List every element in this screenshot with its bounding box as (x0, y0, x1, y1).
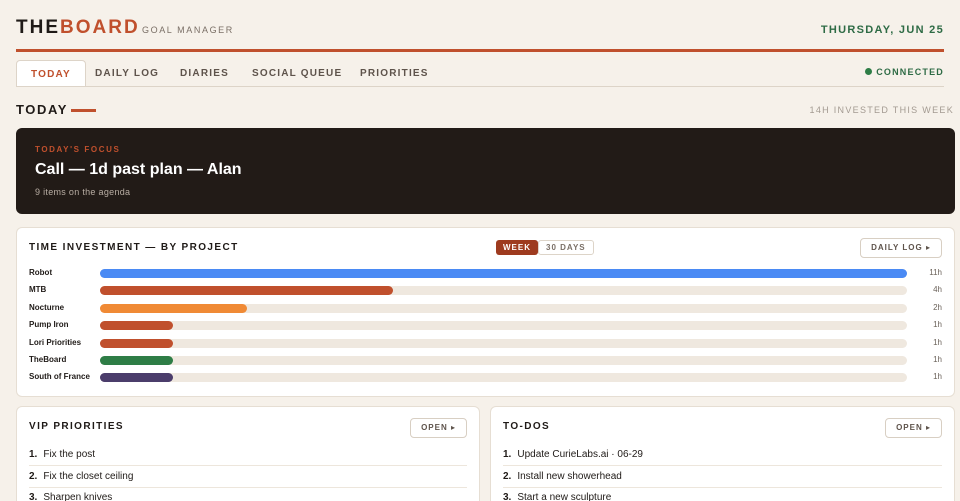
vip-title: VIP PRIORITIES (29, 421, 124, 432)
bar-fill (100, 356, 174, 365)
connection-status: CONNECTED (865, 67, 944, 77)
project-hours: 1h (933, 355, 942, 364)
toggle-week[interactable]: WEEK (496, 240, 538, 255)
bar-track (100, 338, 907, 348)
project-name: Nocturne (29, 302, 65, 312)
item-text: Fix the post (43, 449, 96, 460)
item-text: Sharpen knives (43, 492, 113, 501)
tab-diaries[interactable]: DIARIES (166, 60, 243, 87)
todays-focus-card[interactable]: TODAY'S FOCUS Call — 1d past plan — Alan… (16, 128, 955, 214)
list-item[interactable]: 3. Start a new sculpture (503, 487, 942, 501)
list-item[interactable]: 2. Fix the closet ceiling (29, 466, 467, 488)
project-name: MTB (29, 285, 47, 295)
project-hours: 4h (933, 285, 942, 295)
time-investment-title: TIME INVESTMENT — BY PROJECT (29, 242, 239, 253)
item-number: 2. (503, 471, 512, 482)
weekly-invested: 14H INVESTED THIS WEEK (809, 105, 954, 115)
todos-open-button[interactable]: OPEN ▸ (885, 418, 942, 438)
list-item[interactable]: 1. Fix the post (29, 444, 467, 466)
current-date: THURSDAY, JUN 25 (820, 24, 944, 36)
status-dot-icon (865, 68, 873, 75)
item-text: Update CurieLabs.ai · 06-29 (517, 449, 643, 460)
daily-log-button[interactable]: DAILY LOG ▸ (860, 238, 942, 258)
brand-logo[interactable]: THEBOARD (16, 17, 140, 39)
bar-fill (100, 286, 394, 296)
project-name: Robot (29, 268, 53, 277)
page-title: TODAY (16, 102, 69, 117)
project-name: South of France (29, 372, 90, 382)
item-number: 3. (29, 492, 38, 501)
item-number: 1. (29, 449, 38, 460)
project-hours: 1h (933, 337, 942, 347)
bar-fill (100, 269, 907, 278)
focus-headline: Call — 1d past plan — Alan (35, 161, 242, 178)
project-hours: 11h (929, 268, 942, 277)
project-hours: 1h (933, 320, 942, 330)
title-accent (71, 109, 96, 112)
list-item[interactable]: 3. Sharpen knives (29, 487, 467, 501)
app-header: THEBOARD GOAL MANAGER THURSDAY, JUN 25 (16, 0, 944, 52)
bar-fill (100, 321, 174, 331)
item-number: 2. (29, 471, 38, 482)
project-hours: 1h (933, 372, 942, 382)
vip-priorities-card: VIP PRIORITIES OPEN ▸ 1. Fix the post 2. F… (16, 406, 480, 501)
project-name: Pump Iron (29, 320, 69, 330)
tab-divider (16, 86, 944, 87)
project-bar-row[interactable]: Robot 11h (29, 267, 942, 279)
todos-card: TO-DOS OPEN ▸ 1. Update CurieLabs.ai · 06… (490, 406, 955, 501)
main-tabs: TODAY DAILY LOG DIARIES SOCIAL QUEUE PRI… (16, 60, 944, 87)
time-investment-card: TIME INVESTMENT — BY PROJECT WEEK 30 DAY… (16, 227, 955, 397)
item-number: 1. (503, 449, 512, 460)
tab-daily-log[interactable]: DAILY LOG (81, 60, 173, 87)
project-name: TheBoard (29, 355, 67, 364)
bar-track (100, 373, 907, 383)
bar-track (100, 303, 907, 313)
todos-title: TO-DOS (503, 421, 551, 432)
bar-fill (100, 373, 174, 383)
brand-part-board: BOARD (60, 17, 140, 38)
bar-track (100, 269, 907, 278)
bar-track (100, 321, 907, 331)
project-bar-row[interactable]: Pump Iron 1h (29, 319, 942, 331)
bar-track (100, 286, 907, 296)
bar-fill (100, 303, 247, 313)
project-bar-row[interactable]: South of France 1h (29, 371, 942, 383)
item-number: 3. (503, 492, 512, 501)
focus-kicker: TODAY'S FOCUS (35, 145, 121, 154)
bar-track (100, 356, 907, 365)
status-label: CONNECTED (876, 67, 944, 77)
tab-social-queue[interactable]: SOCIAL QUEUE (238, 60, 356, 87)
project-bar-row[interactable]: TheBoard 1h (29, 354, 942, 366)
agenda-count: 9 items on the agenda (35, 187, 131, 197)
project-hours: 2h (933, 302, 942, 312)
brand-part-the: THE (16, 17, 60, 38)
item-text: Fix the closet ceiling (43, 471, 134, 482)
project-bar-row[interactable]: MTB 4h (29, 284, 942, 296)
project-name: Lori Priorities (29, 337, 82, 347)
item-text: Start a new sculpture (517, 492, 612, 501)
vip-open-button[interactable]: OPEN ▸ (410, 418, 467, 438)
tab-priorities[interactable]: PRIORITIES (346, 60, 443, 87)
bar-fill (100, 338, 174, 348)
item-text: Install new showerhead (517, 471, 622, 482)
project-bar-row[interactable]: Lori Priorities 1h (29, 337, 942, 349)
project-bar-row[interactable]: Nocturne 2h (29, 302, 942, 314)
list-item[interactable]: 2. Install new showerhead (503, 466, 942, 488)
list-item[interactable]: 1. Update CurieLabs.ai · 06-29 (503, 444, 942, 466)
app-subtitle: GOAL MANAGER (142, 25, 234, 35)
toggle-30-days[interactable]: 30 DAYS (538, 240, 594, 255)
tab-today[interactable]: TODAY (16, 60, 86, 87)
